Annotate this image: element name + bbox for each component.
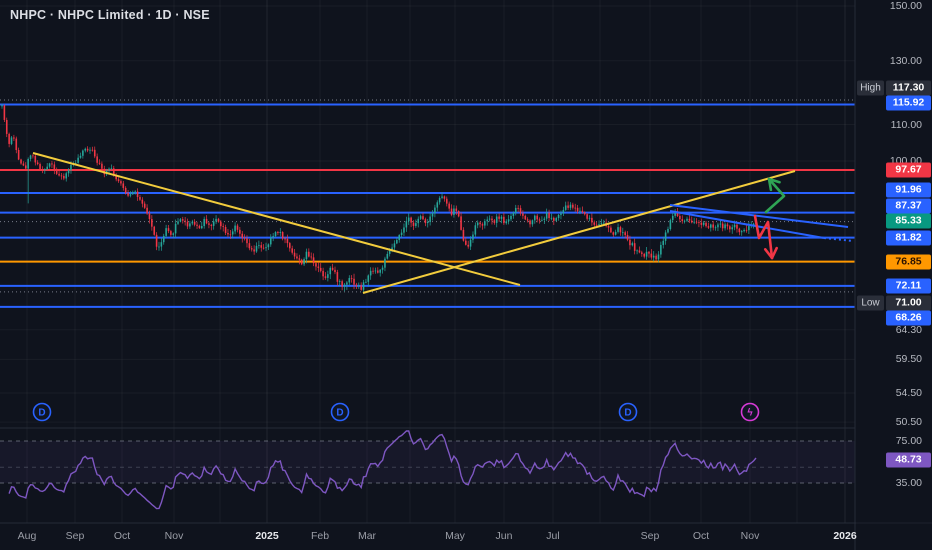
price-badge-115.92: 115.92 xyxy=(886,95,931,111)
time-label-Jun: Jun xyxy=(495,530,513,542)
price-tick-54.50: 54.50 xyxy=(895,386,922,399)
time-label-Oct: Oct xyxy=(113,530,131,542)
rsi-tick-75.00: 75.00 xyxy=(895,435,922,447)
svg-text:ϟ: ϟ xyxy=(747,408,753,419)
rsi-tick-35.00: 35.00 xyxy=(895,477,922,489)
price-badge-71.00: 71.00 xyxy=(886,295,931,311)
dividend-marker[interactable]: D xyxy=(32,402,52,422)
time-label-Nov: Nov xyxy=(164,530,184,542)
price-tick-110.00: 110.00 xyxy=(890,118,922,131)
time-label-2025: 2025 xyxy=(255,530,279,542)
price-badge-81.82: 81.82 xyxy=(886,230,931,246)
price-badge-68.26: 68.26 xyxy=(886,310,931,326)
dividend-marker[interactable]: D xyxy=(618,402,638,422)
time-label-Sep: Sep xyxy=(65,530,85,542)
price-badge-117.30: 117.30 xyxy=(886,80,931,96)
candlestick-series xyxy=(1,103,757,293)
price-badge-87.37: 87.37 xyxy=(886,198,931,214)
svg-text:D: D xyxy=(38,408,45,419)
price-tick-64.30: 64.30 xyxy=(895,323,922,336)
price-tick-59.50: 59.50 xyxy=(895,353,922,366)
tradingview-chart: NHPC · NHPC Limited · 1D · NSE D D Dϟ 150.… xyxy=(0,0,932,550)
trendline-descending[interactable] xyxy=(32,152,521,286)
price-badge-97.67: 97.67 xyxy=(886,162,931,178)
time-label-Feb: Feb xyxy=(310,530,330,542)
event-marker-lightning[interactable]: ϟ xyxy=(740,402,760,422)
symbol-title[interactable]: NHPC · NHPC Limited · 1D · NSE xyxy=(10,8,210,22)
price-tick-130.00: 130.00 xyxy=(889,54,922,67)
low-label-chip: Low xyxy=(857,295,884,311)
price-tick-50.50: 50.50 xyxy=(895,416,922,429)
trendline-ascending[interactable] xyxy=(362,170,796,294)
rsi-band xyxy=(0,441,855,483)
dividend-marker[interactable]: D xyxy=(330,402,350,422)
price-badge-85.33: 85.33 xyxy=(886,213,931,229)
time-label-May: May xyxy=(445,530,465,542)
time-label-Mar: Mar xyxy=(357,530,377,542)
time-label-Sep: Sep xyxy=(640,530,660,542)
price-badge-91.96: 91.96 xyxy=(886,182,931,198)
svg-text:D: D xyxy=(336,408,343,419)
price-tick-150.00: 150.00 xyxy=(889,0,922,12)
price-badge-48.73: 48.73 xyxy=(886,452,931,468)
time-label-Oct: Oct xyxy=(692,530,710,542)
price-badge-76.85: 76.85 xyxy=(886,254,931,270)
high-label-chip: High xyxy=(857,80,884,96)
time-label-Nov: Nov xyxy=(740,530,760,542)
time-label-Jul: Jul xyxy=(546,530,560,542)
svg-text:D: D xyxy=(624,408,631,419)
chart-canvas[interactable]: D D Dϟ xyxy=(0,0,932,550)
time-label-2026: 2026 xyxy=(833,530,857,542)
arrow-up-green[interactable] xyxy=(764,177,786,214)
price-badge-72.11: 72.11 xyxy=(886,278,931,294)
time-label-Aug: Aug xyxy=(17,530,37,542)
